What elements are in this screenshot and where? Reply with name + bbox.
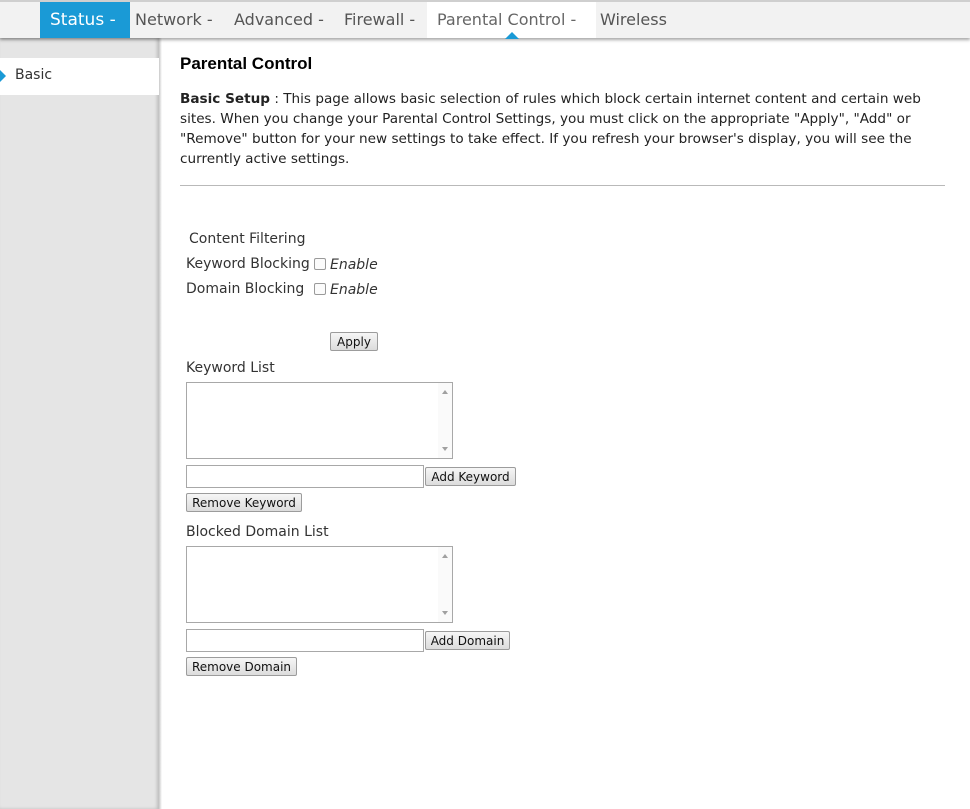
scroll-up-arrow-icon[interactable] bbox=[442, 390, 448, 394]
apply-button[interactable]: Apply bbox=[330, 332, 378, 351]
blocked-domain-listbox[interactable] bbox=[186, 546, 453, 623]
scroll-down-arrow-icon[interactable] bbox=[442, 447, 448, 451]
nav-tab-firewall[interactable]: Firewall - bbox=[338, 2, 415, 38]
nav-tab-wireless[interactable]: Wireless bbox=[594, 2, 667, 38]
add-keyword-button[interactable]: Add Keyword bbox=[425, 467, 516, 486]
nav-selected-caret-icon bbox=[505, 32, 519, 39]
domain-blocking-label: Domain Blocking bbox=[186, 281, 305, 297]
domain-enable-label: Enable bbox=[330, 282, 378, 298]
sidebar-item-basic[interactable]: Basic bbox=[0, 58, 159, 95]
caret-right-icon bbox=[0, 70, 6, 82]
keyword-enable-label: Enable bbox=[330, 257, 378, 273]
blocked-domain-list-label: Blocked Domain List bbox=[186, 524, 329, 540]
scroll-down-arrow-icon[interactable] bbox=[442, 611, 448, 615]
nav-tab-status[interactable]: Status - bbox=[40, 2, 130, 38]
keyword-blocking-label: Keyword Blocking bbox=[186, 256, 310, 272]
remove-domain-button[interactable]: Remove Domain bbox=[186, 657, 297, 676]
sidebar: Basic bbox=[0, 38, 159, 809]
add-domain-button[interactable]: Add Domain bbox=[425, 631, 510, 650]
content-filtering-heading: Content Filtering bbox=[189, 231, 306, 247]
keyword-input[interactable] bbox=[186, 465, 424, 488]
sidebar-item-label: Basic bbox=[15, 67, 53, 83]
keyword-list-label: Keyword List bbox=[186, 360, 275, 376]
divider bbox=[180, 185, 945, 186]
domain-input[interactable] bbox=[186, 629, 424, 652]
sidebar-divider bbox=[159, 38, 162, 809]
nav-tab-network[interactable]: Network - bbox=[129, 2, 213, 38]
page-title: Parental Control bbox=[180, 54, 313, 73]
nav-tab-advanced[interactable]: Advanced - bbox=[228, 2, 324, 38]
remove-keyword-button[interactable]: Remove Keyword bbox=[186, 493, 302, 512]
scroll-up-arrow-icon[interactable] bbox=[442, 554, 448, 558]
keyword-listbox[interactable] bbox=[186, 382, 453, 459]
keyword-blocking-checkbox[interactable] bbox=[314, 258, 326, 270]
domain-blocking-checkbox[interactable] bbox=[314, 283, 326, 295]
description-text: This page allows basic selection of rule… bbox=[180, 91, 921, 167]
page-description: Basic Setup : This page allows basic sel… bbox=[180, 89, 950, 169]
description-lead: Basic Setup bbox=[180, 91, 270, 107]
top-nav-bar: Status - Network - Advanced - Firewall -… bbox=[0, 0, 970, 39]
description-separator: : bbox=[270, 91, 284, 107]
